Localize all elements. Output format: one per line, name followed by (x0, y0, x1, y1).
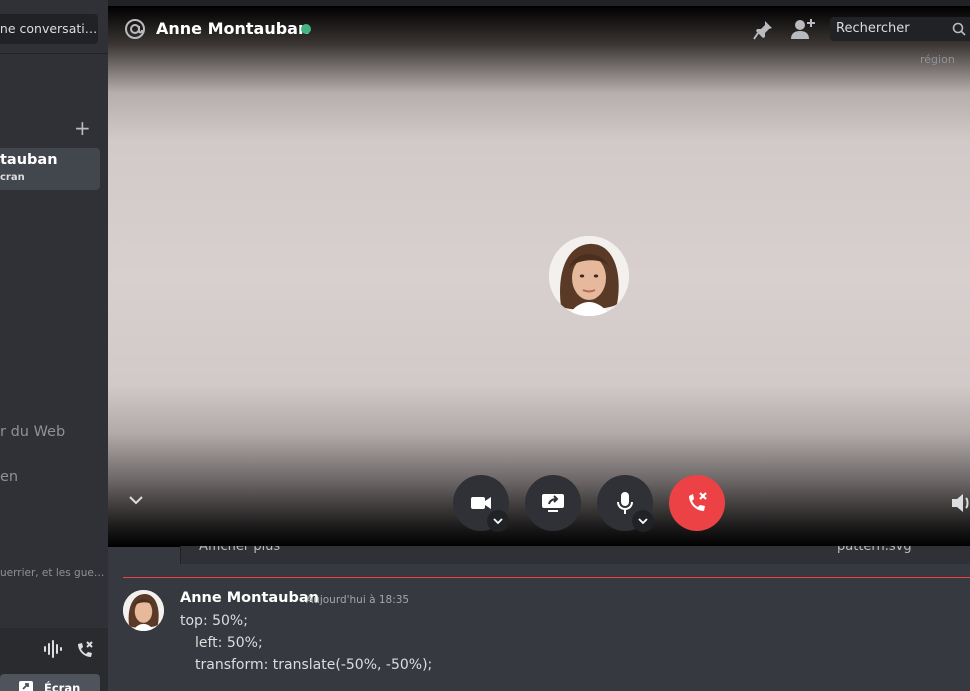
app-window: une conversati… + tauban cran r du Web e… (0, 0, 970, 691)
video-call-area: Anne Montauban Rechercher région (108, 6, 970, 547)
plus-icon[interactable]: + (74, 118, 91, 138)
online-status-indicator (301, 24, 311, 34)
pin-icon[interactable] (752, 19, 774, 41)
user-avatar (549, 236, 629, 316)
sidebar-divider (0, 53, 108, 54)
dm-item-subtitle: cran (0, 172, 25, 183)
add-user-icon[interactable] (790, 17, 816, 41)
screen-icon (19, 681, 33, 691)
microphone-icon (617, 492, 633, 514)
at-icon (125, 19, 145, 39)
new-messages-divider (123, 577, 970, 578)
phone-x-icon[interactable] (75, 640, 95, 660)
camera-options-button[interactable] (487, 510, 509, 532)
message-line: transform: translate(-50%, -50%); (195, 657, 433, 673)
message-avatar[interactable] (123, 590, 164, 631)
show-more-link[interactable]: Afficher plus (199, 546, 280, 554)
screen-share-button[interactable] (525, 475, 581, 531)
dm-item[interactable]: en (0, 469, 18, 485)
dm-item[interactable]: r du Web (0, 424, 65, 440)
dm-preview-snippet: uerrier, et les gue… (0, 567, 105, 579)
message-author[interactable]: Anne Montauban (180, 590, 319, 606)
chevron-down-icon (638, 518, 648, 525)
dm-item-name: tauban (0, 152, 58, 168)
region-label[interactable]: région (920, 53, 955, 66)
attachment-row: Afficher plus pattern.svg (180, 546, 970, 564)
message-line: top: 50%; (180, 613, 248, 629)
message-timestamp: Aujourd'hui à 18:35 (306, 594, 410, 606)
chevron-down-icon (493, 518, 503, 525)
screen-share-icon (542, 494, 564, 512)
search-input[interactable]: Rechercher (830, 17, 970, 41)
find-conversation-button[interactable]: une conversati… (0, 14, 98, 44)
camera-icon (471, 497, 491, 509)
chevron-down-icon[interactable] (128, 494, 144, 506)
channel-title: Anne Montauban (156, 19, 310, 38)
attachment-filename[interactable]: pattern.svg (837, 546, 912, 554)
dm-sidebar: une conversati… + tauban cran r du Web e… (0, 0, 108, 691)
hang-up-button[interactable] (669, 475, 725, 531)
message-line: left: 50%; (195, 635, 263, 651)
search-icon[interactable] (952, 22, 966, 36)
soundwave-icon[interactable] (42, 640, 62, 658)
hang-up-icon (689, 492, 707, 511)
volume-icon[interactable] (950, 492, 970, 514)
microphone-options-button[interactable] (632, 510, 654, 532)
screen-label: Écran (44, 681, 81, 691)
